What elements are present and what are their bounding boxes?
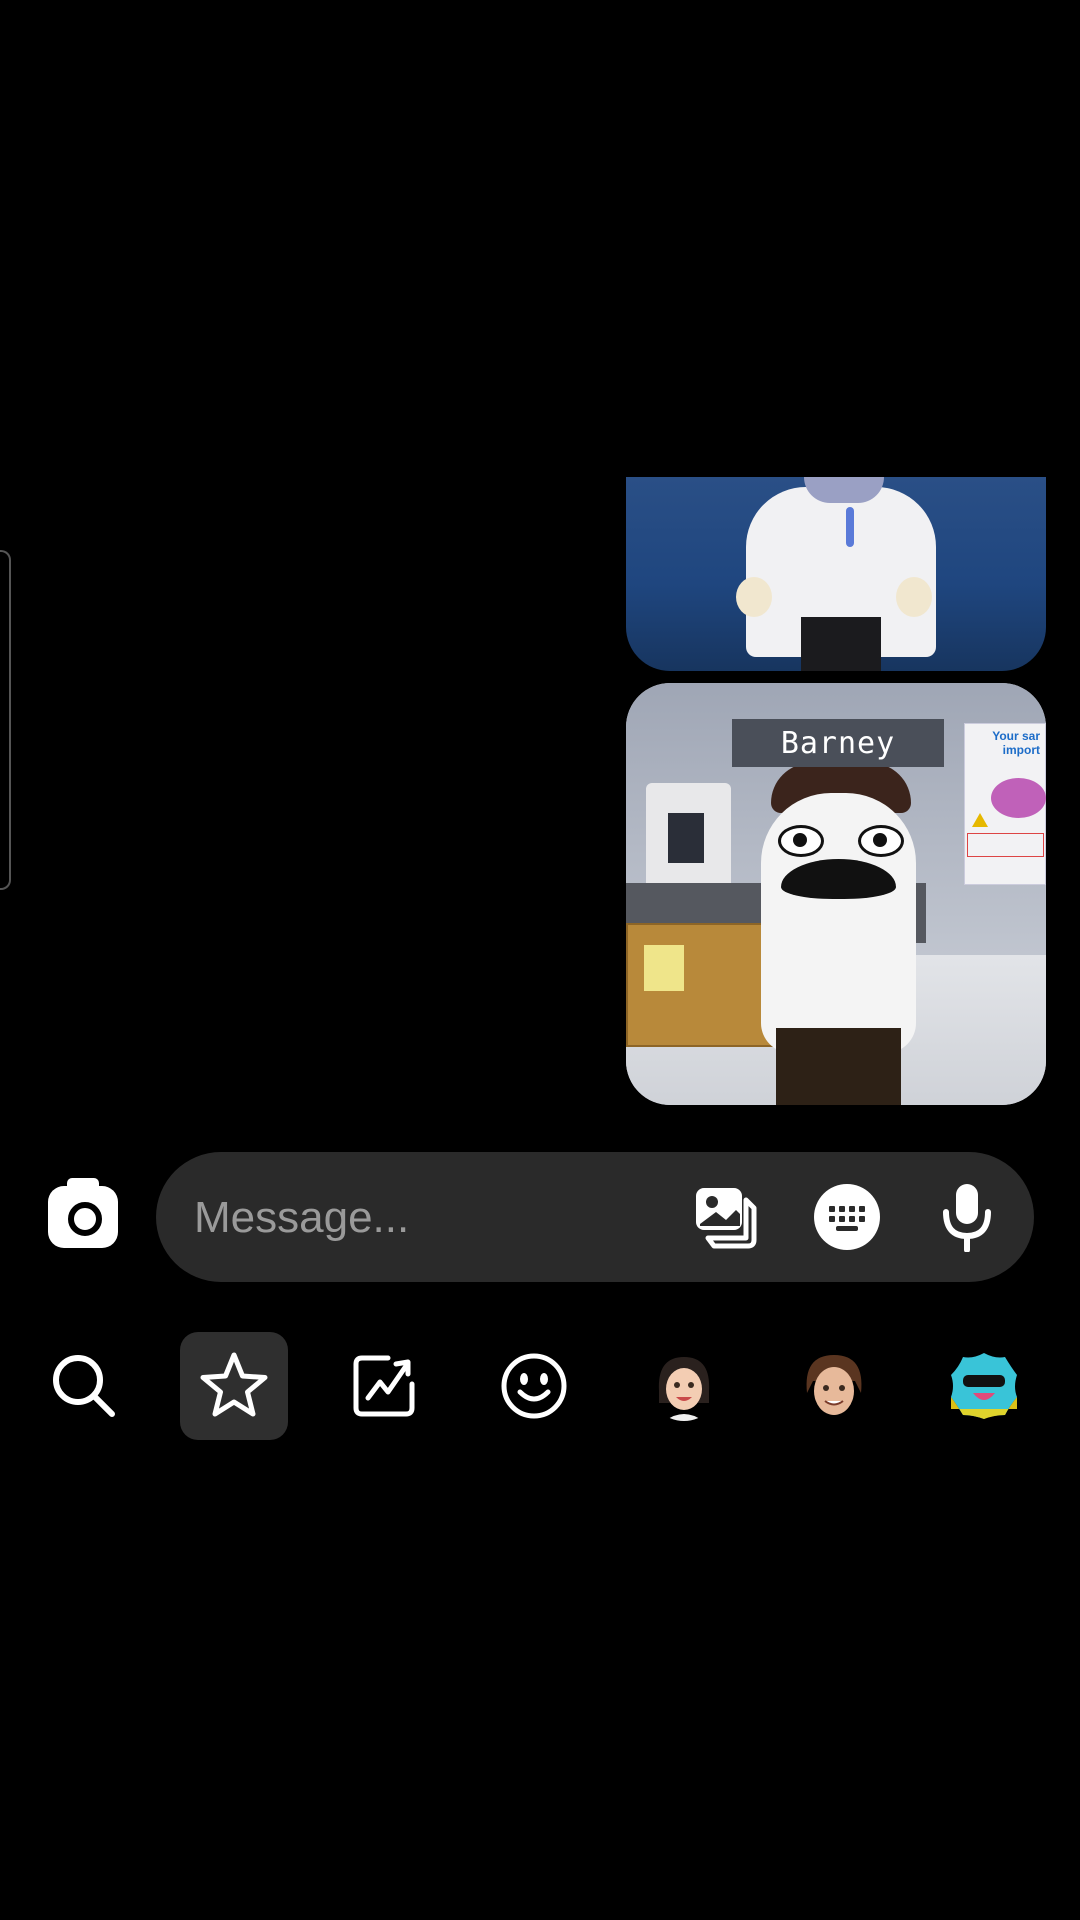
doctor-left-hand (736, 577, 772, 617)
bitmoji-boy-avatar (799, 1351, 869, 1421)
gallery-icon[interactable] (692, 1182, 762, 1252)
avatar-pants (776, 1028, 901, 1105)
doctor-pants (801, 617, 881, 671)
sticker-pack-icon (951, 1353, 1017, 1419)
trending-button[interactable] (330, 1332, 438, 1440)
keyboard-icon[interactable] (812, 1182, 882, 1252)
doctor-right-hand (896, 577, 932, 617)
chat-image-doctor[interactable] (626, 477, 1046, 671)
camera-button[interactable] (48, 1178, 118, 1248)
poster-text: Your sar import (992, 729, 1040, 757)
stethoscope (846, 507, 854, 547)
poster-red-box (967, 833, 1044, 857)
search-icon (53, 1355, 115, 1417)
camera-icon (68, 1202, 102, 1236)
emoji-button[interactable] (480, 1332, 588, 1440)
warning-icon (972, 813, 988, 827)
avatar-right-eye (858, 825, 904, 857)
camera-icon-top (67, 1178, 99, 1188)
bitmoji-boy-button[interactable] (780, 1332, 888, 1440)
favorites-button[interactable] (180, 1332, 288, 1440)
message-input[interactable] (192, 1182, 666, 1254)
avatar-nameplate: Barney (732, 719, 944, 767)
star-icon (200, 1352, 268, 1417)
emoji-icon (501, 1353, 567, 1419)
avatar-left-eye (778, 825, 824, 857)
scene-machine-slot (668, 813, 704, 863)
chat-image-barney[interactable]: Your sar import Barney (626, 683, 1046, 1105)
bitmoji-girl-avatar (649, 1351, 719, 1421)
side-drawer-handle[interactable] (0, 550, 11, 890)
poster-brain (991, 778, 1046, 818)
message-bar (156, 1152, 1034, 1282)
trending-icon (353, 1355, 415, 1417)
scene-sticky-note (644, 945, 684, 991)
bitmoji-girl-button[interactable] (630, 1332, 738, 1440)
sticker-pack-button[interactable] (930, 1332, 1038, 1440)
microphone-icon[interactable] (932, 1182, 1002, 1252)
search-button[interactable] (30, 1332, 138, 1440)
